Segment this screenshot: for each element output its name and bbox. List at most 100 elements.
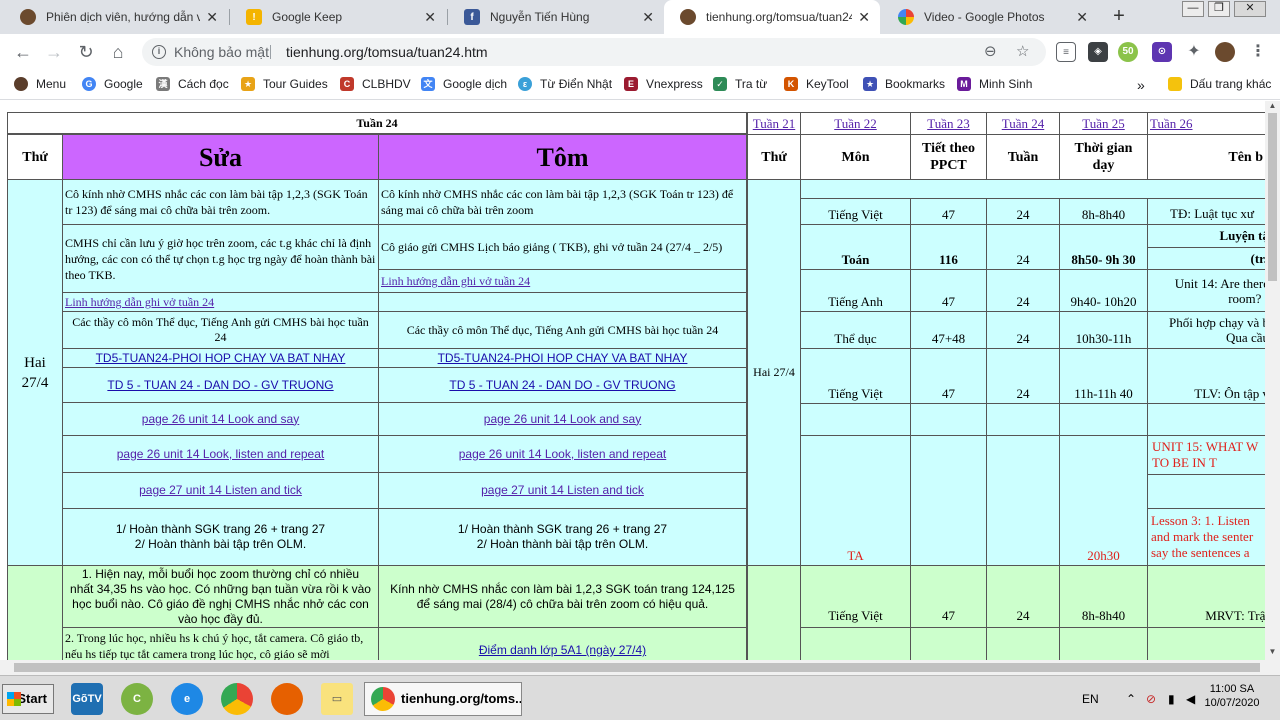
bookmark-tour-guides[interactable]: ★ Tour Guides [241, 77, 328, 91]
bookmark-cach-doc[interactable]: 漢 Cách đọc [156, 77, 229, 91]
link-tuan-22[interactable]: Tuần 22 [800, 112, 911, 134]
maximize-button[interactable]: ❐ [1208, 1, 1230, 17]
menu-kebab-icon[interactable]: ⋮ [1248, 42, 1268, 62]
keytool-icon: K [784, 77, 798, 91]
extension-50-icon[interactable]: 50 [1118, 42, 1138, 62]
tom-link-look-listen-repeat[interactable]: page 26 unit 14 Look, listen and repeat [378, 435, 747, 473]
scrollbar-thumb[interactable] [14, 663, 1260, 672]
bookmark-menu[interactable]: Menu [14, 77, 66, 91]
address-bar[interactable]: i Không bảo mật tienhung.org/tomsua/tuan… [142, 38, 1046, 66]
empty-cell [910, 627, 987, 660]
reader-icon[interactable]: ≡ [1056, 42, 1076, 62]
sua-link-td5-dan-do[interactable]: TD 5 - TUAN 24 - DAN DO - GV TRUONG [62, 367, 379, 403]
language-indicator[interactable]: EN [1082, 692, 1099, 706]
ten-tr: (tr. [1147, 247, 1265, 270]
url-text[interactable]: tienhung.org/tomsua/tuan24.htm [286, 38, 488, 66]
tom-link-listen-tick[interactable]: page 27 unit 14 Listen and tick [378, 472, 747, 509]
bookmark-minh-sinh[interactable]: M Minh Sinh [957, 77, 1032, 91]
reload-icon[interactable]: ↻ [75, 41, 97, 63]
security-label: Không bảo mật [174, 44, 269, 60]
extension-record-icon[interactable]: ⊙ [1152, 42, 1172, 62]
tom-link-td5-dan-do[interactable]: TD 5 - TUAN 24 - DAN DO - GV TRUONG [378, 367, 747, 403]
link-tuan-25[interactable]: Tuần 25 [1059, 112, 1148, 134]
link-tuan-23[interactable]: Tuần 23 [910, 112, 987, 134]
home-icon[interactable]: ⌂ [107, 41, 129, 63]
extensions-puzzle-icon[interactable]: ✦ [1184, 42, 1204, 62]
tiet-47-48: 47+48 [910, 311, 987, 349]
tom-link-look-say[interactable]: page 26 unit 14 Look and say [378, 402, 747, 436]
sua-link-listen-tick[interactable]: page 27 unit 14 Listen and tick [62, 472, 379, 509]
internet-explorer-icon[interactable]: e [171, 683, 203, 715]
back-icon[interactable]: ← [12, 41, 34, 63]
sua-link-ghi-vo[interactable]: Linh hướng dẫn ghi vở tuần 24 [62, 292, 379, 312]
link-tuan-24[interactable]: Tuần 24 [986, 112, 1060, 134]
mon-tieng-viet-2: Tiếng Việt [800, 348, 911, 404]
link-tuan-26[interactable]: Tuần 26 [1147, 112, 1265, 134]
close-tab-icon[interactable]: ✕ [1076, 9, 1088, 26]
bookmark-tu-dien-nhat[interactable]: ε Từ Điển Nhật [518, 77, 612, 91]
star-icon: ★ [863, 77, 877, 91]
tab-google-photos[interactable]: Video - Google Photos ✕ [882, 0, 1098, 34]
scroll-up-arrow-icon[interactable]: ▲ [1265, 101, 1280, 113]
zoom-icon[interactable]: ⊖ [984, 38, 997, 66]
firefox-icon[interactable] [271, 683, 303, 715]
horizontal-scrollbar[interactable] [0, 660, 1280, 675]
windows-taskbar: Start GõTV C e ▭ tienhung.org/toms... EN… [0, 675, 1280, 720]
tom-link-td5-phoi-hop[interactable]: TD5-TUAN24-PHOI HOP CHAY VA BAT NHAY [378, 348, 747, 368]
tab-tienhung-active[interactable]: tienhung.org/tomsua/tuan24.ht ✕ [664, 0, 880, 34]
tom-link-ghi-vo[interactable]: Linh hướng dẫn ghi vở tuần 24 [378, 269, 747, 293]
close-tab-icon[interactable]: ✕ [424, 9, 436, 26]
windows-logo-icon [7, 692, 21, 706]
clock[interactable]: 11:00 SA 10/07/2020 [1192, 682, 1272, 710]
vertical-scrollbar[interactable]: ▲ ▼ [1265, 101, 1280, 660]
folder-icon [1168, 77, 1182, 91]
link-tuan-21[interactable]: Tuần 21 [747, 112, 801, 134]
bookmark-tra-tu[interactable]: ✓ Tra từ [713, 77, 767, 91]
chrome-icon[interactable] [221, 683, 253, 715]
bookmark-google-dich[interactable]: 文 Google dịch [421, 77, 507, 91]
taskbar-chrome-window[interactable]: tienhung.org/toms... [364, 682, 522, 716]
extension-shield-icon[interactable]: ◈ [1088, 42, 1108, 62]
scroll-down-arrow-icon[interactable]: ▼ [1265, 647, 1280, 659]
forward-icon[interactable]: → [43, 41, 65, 63]
vnexpress-icon: E [624, 77, 638, 91]
gotv-icon[interactable]: GõTV [71, 683, 103, 715]
info-icon[interactable]: i [152, 45, 166, 59]
empty-cell [986, 435, 1060, 566]
profile-avatar[interactable] [1215, 42, 1235, 62]
scrollbar-thumb[interactable] [1268, 113, 1277, 281]
sticky-notes-icon[interactable]: ▭ [321, 683, 353, 715]
tab-google-keep[interactable]: ! Google Keep ✕ [230, 0, 446, 34]
bookmark-vnexpress[interactable]: E Vnexpress [624, 77, 703, 91]
other-bookmarks-folder[interactable]: Dấu trang khác [1168, 77, 1271, 91]
tab-phien-dich[interactable]: Phiên dịch viên, hướng dẫn viên ✕ [4, 0, 228, 34]
close-tab-icon[interactable]: ✕ [858, 9, 870, 26]
close-window-button[interactable]: ✕ [1234, 1, 1266, 17]
coccoc-icon[interactable]: C [121, 683, 153, 715]
start-button[interactable]: Start [2, 684, 54, 714]
sua-link-look-listen-repeat[interactable]: page 26 unit 14 Look, listen and repeat [62, 435, 379, 473]
bookmark-keytool[interactable]: K KeyTool [784, 77, 849, 91]
sua-link-look-say[interactable]: page 26 unit 14 Look and say [62, 402, 379, 436]
tom-link-diem-danh[interactable]: Điểm danh lớp 5A1 (ngày 27/4) [378, 627, 747, 660]
close-tab-icon[interactable]: ✕ [642, 9, 654, 26]
empty-cell [910, 403, 987, 436]
empty-cell [1059, 627, 1148, 660]
bookmark-label: CLBHDV [362, 77, 411, 91]
minimize-button[interactable]: — [1182, 1, 1204, 17]
tiet-47: 47 [910, 565, 987, 628]
sua-link-td5-phoi-hop[interactable]: TD5-TUAN24-PHOI HOP CHAY VA BAT NHAY [62, 348, 379, 368]
signal-icon[interactable]: ▮ [1168, 692, 1175, 706]
bookmark-bookmarks[interactable]: ★ Bookmarks [863, 77, 945, 91]
close-tab-icon[interactable]: ✕ [206, 9, 218, 26]
clock-time: 11:00 SA [1209, 683, 1255, 695]
new-tab-button[interactable]: + [1107, 5, 1131, 29]
tray-expand-icon[interactable]: ⌃ [1126, 692, 1136, 706]
bookmark-google[interactable]: G Google [82, 77, 143, 91]
star-icon[interactable]: ☆ [1016, 38, 1029, 66]
bookmark-clbhdv[interactable]: C CLBHDV [340, 77, 411, 91]
bookmark-label: Dấu trang khác [1190, 77, 1272, 91]
bookmarks-overflow-button[interactable]: » [1137, 77, 1145, 93]
network-disabled-icon[interactable]: ⊘ [1146, 692, 1156, 706]
tab-facebook[interactable]: f Nguyễn Tiến Hùng ✕ [448, 0, 664, 34]
